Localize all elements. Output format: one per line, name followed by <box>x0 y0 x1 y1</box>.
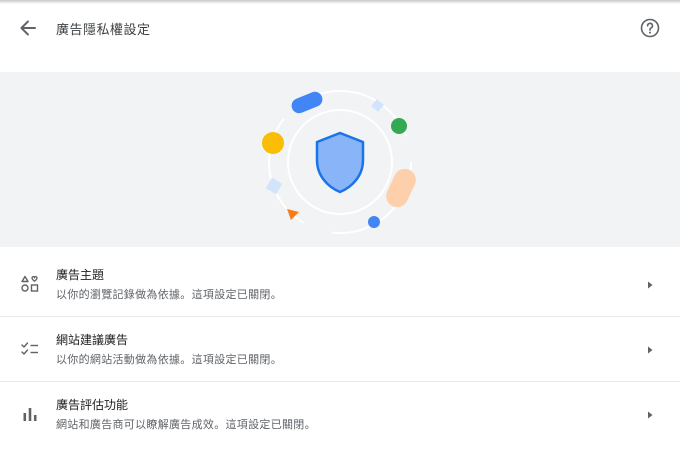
setting-subtitle: 以你的瀏覽記錄做為依據。這項設定已關閉。 <box>56 288 282 301</box>
setting-subtitle: 網站和廣告商可以瞭解廣告成效。這項設定已關閉。 <box>56 418 316 431</box>
setting-row-ad-measurement[interactable]: 廣告評估功能 網站和廣告商可以瞭解廣告成效。這項設定已關閉。 <box>0 382 680 447</box>
chevron-right-icon <box>648 281 653 289</box>
checklist-icon <box>21 342 38 355</box>
setting-title: 廣告主題 <box>56 268 105 282</box>
setting-title: 網站建議廣告 <box>56 333 129 347</box>
help-button[interactable] <box>638 16 662 40</box>
help-circle-icon <box>640 18 660 38</box>
privacy-illustration <box>262 90 416 234</box>
setting-row-site-suggested-ads[interactable]: 網站建議廣告 以你的網站活動做為依據。這項設定已關閉。 <box>0 317 680 382</box>
chevron-right-icon <box>648 346 653 354</box>
bar-chart-icon <box>23 408 37 421</box>
chevron-right-icon <box>648 411 653 419</box>
topics-icon <box>21 275 39 292</box>
setting-subtitle: 以你的網站活動做為依據。這項設定已關閉。 <box>56 353 282 366</box>
page-header: 廣告隱私權設定 <box>0 0 680 56</box>
back-button[interactable] <box>16 16 40 40</box>
setting-title: 廣告評估功能 <box>56 398 129 412</box>
privacy-banner <box>0 72 680 247</box>
setting-row-ad-topics[interactable]: 廣告主題 以你的瀏覽記錄做為依據。這項設定已關閉。 <box>0 252 680 317</box>
page-title: 廣告隱私權設定 <box>56 23 151 38</box>
arrow-back-icon <box>20 20 36 36</box>
